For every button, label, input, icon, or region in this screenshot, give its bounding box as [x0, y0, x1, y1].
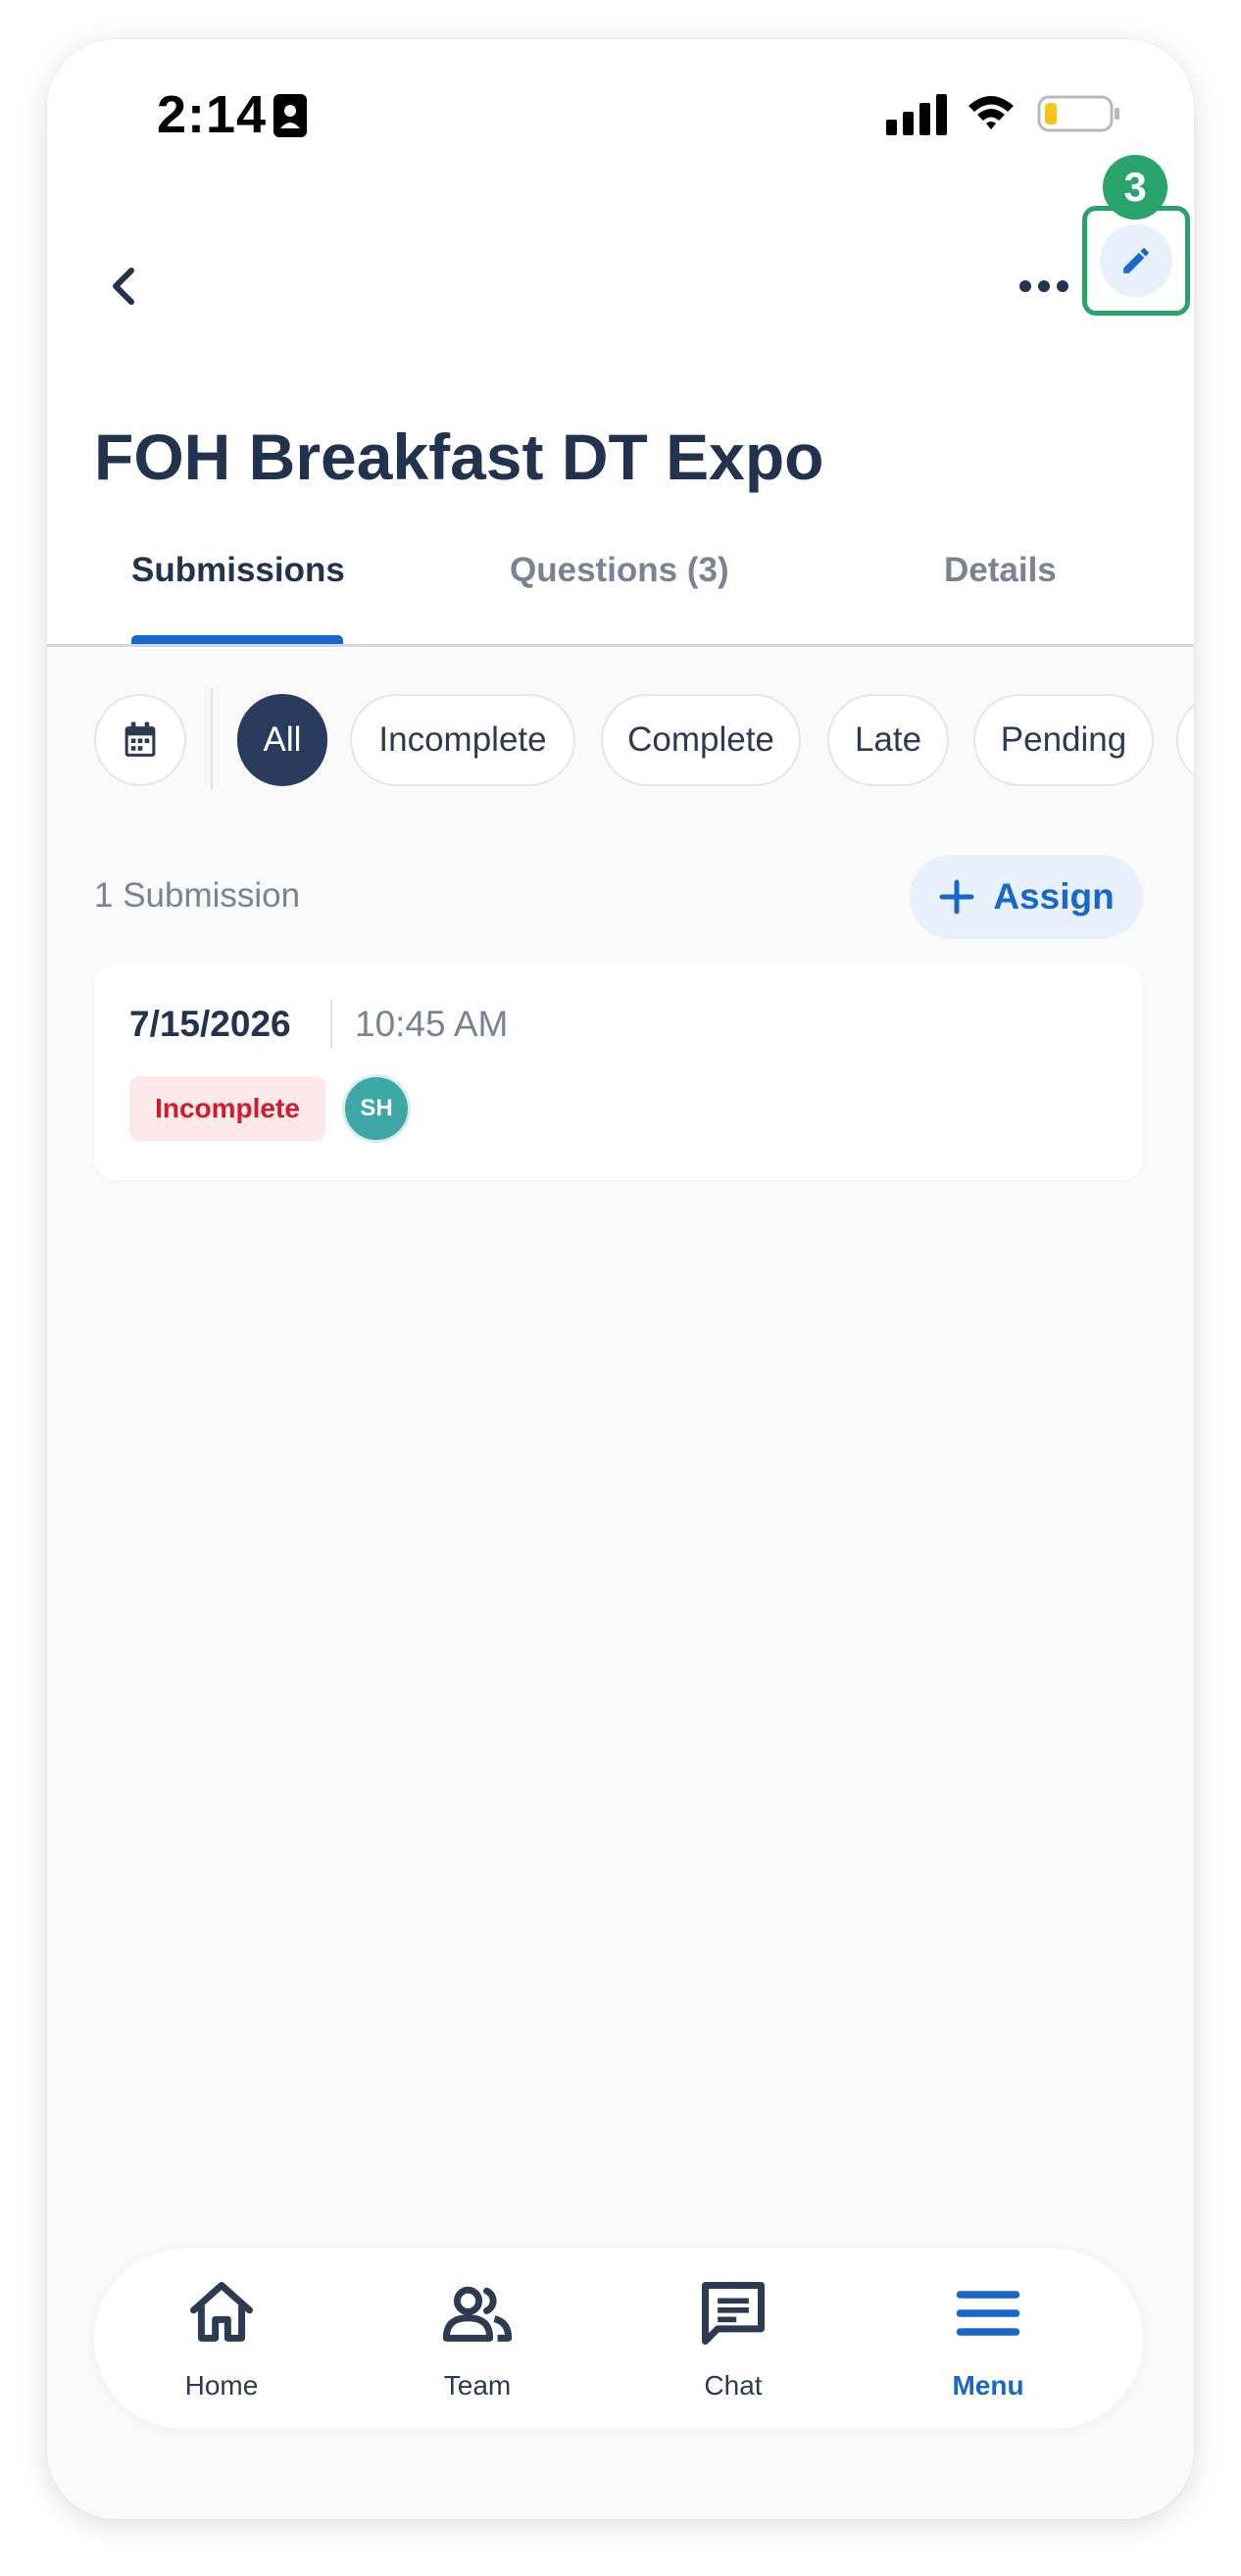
- submission-date: 7/15/2026: [129, 1004, 291, 1044]
- nav-label-menu: Menu: [952, 2370, 1024, 2401]
- nav-item-chat[interactable]: Chat: [635, 2249, 831, 2429]
- nav-label-chat: Chat: [704, 2370, 763, 2401]
- menu-icon: [956, 2291, 1020, 2336]
- submission-card[interactable]: 7/15/2026 10:45 AM Incomplete SH: [94, 965, 1143, 1180]
- nav-item-home[interactable]: Home: [124, 2249, 320, 2429]
- chat-icon: [702, 2282, 765, 2345]
- assign-label: Assign: [993, 876, 1115, 916]
- home-icon: [190, 2282, 253, 2342]
- filter-chip-late[interactable]: Late: [827, 694, 949, 786]
- filter-chip-more[interactable]: [1176, 694, 1194, 786]
- plus-icon: [939, 879, 974, 915]
- submission-time: 10:45 AM: [355, 1004, 509, 1044]
- step-number-badge: 3: [1103, 155, 1167, 220]
- tabs-divider: [47, 644, 1194, 647]
- status-badge: Incomplete: [129, 1076, 325, 1141]
- id-badge-icon: [273, 94, 307, 137]
- nav-label-team: Team: [443, 2370, 512, 2401]
- filter-divider: [211, 688, 213, 790]
- submission-count: 1 Submission: [94, 876, 301, 915]
- more-options-button[interactable]: [1008, 257, 1080, 316]
- back-button[interactable]: [94, 257, 153, 316]
- chevron-left-icon: [113, 268, 134, 305]
- tab-questions[interactable]: Questions (3): [510, 551, 729, 590]
- tab-details[interactable]: Details: [944, 551, 1057, 590]
- assign-button[interactable]: Assign: [910, 855, 1143, 939]
- date-time-divider: [330, 1000, 332, 1049]
- cellular-signal-icon: [886, 94, 947, 135]
- nav-label-home: Home: [184, 2370, 259, 2401]
- filter-chip-pending[interactable]: Pending: [973, 694, 1154, 786]
- status-time: 2:14: [157, 85, 268, 144]
- nav-item-team[interactable]: Team: [379, 2249, 575, 2429]
- filter-chip-incomplete[interactable]: Incomplete: [350, 694, 575, 786]
- nav-item-menu[interactable]: Menu: [890, 2249, 1086, 2429]
- more-horizontal-icon: [1019, 280, 1068, 292]
- filter-chip-complete[interactable]: Complete: [601, 694, 801, 786]
- calendar-icon: [124, 721, 156, 757]
- pencil-icon: [1123, 248, 1149, 273]
- battery-icon: [1037, 95, 1119, 132]
- avatar: SH: [342, 1074, 411, 1143]
- filter-chip-all[interactable]: All: [237, 694, 327, 786]
- team-icon: [442, 2286, 513, 2342]
- tab-submissions[interactable]: Submissions: [131, 551, 345, 590]
- wifi-icon: [968, 96, 1014, 129]
- edit-button[interactable]: [1100, 224, 1172, 297]
- bottom-navigation: Home Team Chat Menu: [94, 2249, 1143, 2429]
- date-filter-button[interactable]: [94, 694, 186, 786]
- page-title: FOH Breakfast DT Expo: [94, 421, 824, 493]
- phone-screen: 2:14 3 FOH Breakfast DT Expo Submissions…: [47, 39, 1194, 2519]
